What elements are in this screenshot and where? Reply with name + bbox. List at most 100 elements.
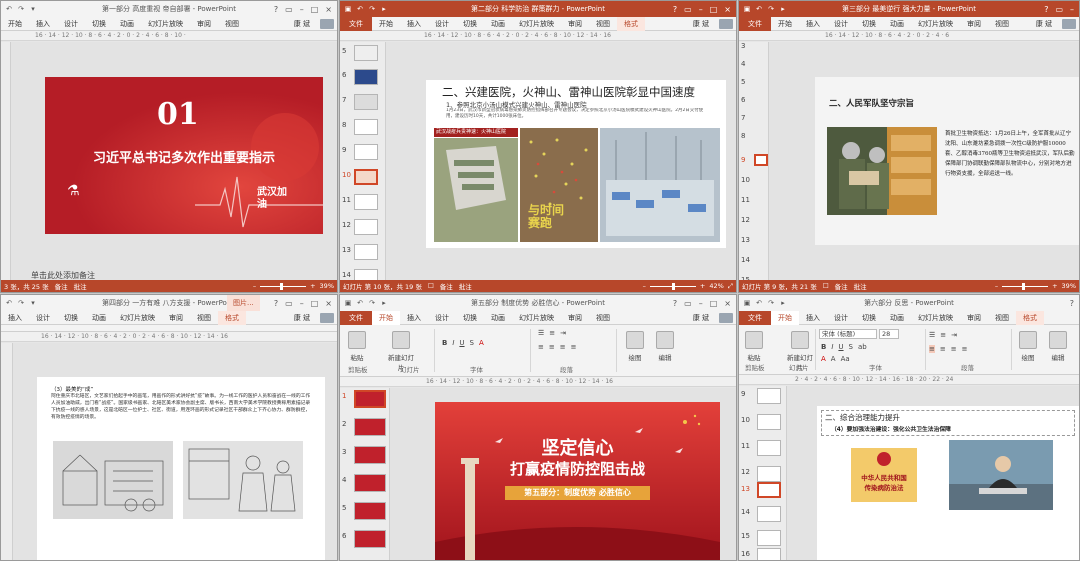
strikethrough-button[interactable]: S	[470, 339, 474, 347]
thumbnail-pane[interactable]: 1 2 3 4 5 6	[340, 388, 390, 560]
tab-review[interactable]: 审阅	[960, 313, 988, 323]
close-icon[interactable]: ×	[724, 299, 731, 308]
slide-thumbnail[interactable]	[354, 45, 378, 61]
slide-thumbnail[interactable]	[354, 446, 386, 464]
bullets-button[interactable]: ☰	[929, 331, 935, 339]
bullets-button[interactable]: ☰	[538, 329, 544, 337]
tab-insert[interactable]: 插入	[29, 19, 57, 29]
close-icon[interactable]: ×	[724, 5, 731, 14]
tab-insert[interactable]: 插入	[799, 19, 827, 29]
thumbnail-pane[interactable]: 3 4 5 6 7 8 9 10 11 12 13 14 15	[739, 42, 769, 284]
thumbnail-pane[interactable]: 5 6 7 8 9 10 11 12 13 14	[340, 42, 386, 285]
fit-slide-icon[interactable]: ⤢	[728, 282, 733, 291]
tab-design[interactable]: 设计	[29, 313, 57, 323]
avatar[interactable]	[320, 312, 334, 323]
zoom-in-button[interactable]: +	[310, 282, 315, 290]
zoom-out-button[interactable]: –	[253, 282, 256, 290]
maximize-icon[interactable]: □	[311, 5, 319, 14]
tab-file[interactable]: 文件	[739, 16, 771, 31]
font-size-select[interactable]: 28	[879, 329, 899, 339]
slide-thumbnail[interactable]	[354, 119, 378, 135]
present-icon[interactable]: ▸	[380, 299, 388, 307]
font-name-select[interactable]: 宋体 (标题)	[819, 329, 877, 339]
tab-design[interactable]: 设计	[57, 19, 85, 29]
tab-home[interactable]: 开始	[372, 310, 400, 325]
italic-button[interactable]: I	[831, 343, 833, 351]
tab-file[interactable]: 文件	[340, 16, 372, 31]
slide-thumbnail[interactable]	[354, 530, 386, 548]
strikethrough-button[interactable]: S	[849, 343, 853, 351]
tab-design[interactable]: 设计	[428, 313, 456, 323]
tab-home[interactable]: 开始	[372, 19, 400, 29]
tab-design[interactable]: 设计	[827, 313, 855, 323]
tab-format[interactable]: 格式	[1016, 310, 1044, 325]
zoom-in-button[interactable]: +	[1052, 282, 1057, 290]
save-icon[interactable]: ▣	[743, 299, 751, 307]
tab-view[interactable]: 视图	[218, 19, 246, 29]
ribbon-display-icon[interactable]: ▭	[285, 5, 293, 14]
zoom-slider[interactable]	[649, 282, 696, 290]
tab-view[interactable]: 视图	[988, 313, 1016, 323]
indent-button[interactable]: ⇥	[951, 331, 957, 339]
maximize-icon[interactable]: □	[311, 299, 319, 308]
tab-home[interactable]: 开始	[771, 310, 799, 325]
tab-view[interactable]: 视图	[589, 19, 617, 29]
underline-button[interactable]: U	[459, 339, 464, 347]
help-icon[interactable]: ?	[274, 299, 278, 308]
drawing-button[interactable]: 绘图	[1015, 331, 1041, 362]
bold-button[interactable]: B	[442, 339, 447, 347]
tab-slideshow[interactable]: 幻灯片放映	[512, 313, 561, 323]
ribbon-display-icon[interactable]: ▭	[1055, 5, 1063, 14]
zoom-slider[interactable]	[260, 282, 307, 290]
tab-file[interactable]: 文件	[340, 310, 372, 325]
tab-file[interactable]: 文件	[739, 310, 771, 325]
thumbnail-pane[interactable]	[1, 343, 13, 560]
tab-slideshow[interactable]: 幻灯片放映	[113, 313, 162, 323]
tab-slideshow[interactable]: 幻灯片放映	[141, 19, 190, 29]
slide-thumbnail[interactable]	[757, 548, 781, 560]
slide-canvas[interactable]: 01 习近平总书记多次作出重要指示 ⚗ 武汉加油	[45, 77, 323, 234]
slide-thumbnail[interactable]	[757, 414, 781, 430]
maximize-icon[interactable]: □	[710, 5, 718, 14]
slide-thumbnail[interactable]	[757, 388, 781, 404]
notes-button[interactable]: 备注	[55, 281, 68, 291]
font-color-button[interactable]: A	[479, 339, 484, 347]
tab-review[interactable]: 审阅	[190, 19, 218, 29]
tab-design[interactable]: 设计	[827, 19, 855, 29]
zoom-level[interactable]: 39%	[320, 282, 334, 290]
align-center-button[interactable]: ≡	[940, 345, 946, 353]
slide-canvas[interactable]: 二、综合治理能力提升 （4）要加强法治建设：强化公共卫生法治保障 中华人民共和国…	[817, 406, 1079, 560]
notes-button[interactable]: 备注	[440, 281, 453, 291]
undo-icon[interactable]: ↶	[356, 299, 364, 307]
ribbon-display-icon[interactable]: ▭	[285, 299, 293, 308]
zoom-slider[interactable]	[1002, 282, 1049, 290]
slide-thumbnail[interactable]	[354, 502, 386, 520]
paste-button[interactable]: 粘贴	[344, 331, 370, 362]
avatar[interactable]	[719, 312, 733, 323]
zoom-in-button[interactable]: +	[700, 282, 705, 290]
tab-slideshow[interactable]: 幻灯片放映	[911, 313, 960, 323]
numbering-button[interactable]: ≡	[940, 331, 946, 339]
slide-thumbnail[interactable]	[757, 440, 781, 456]
undo-icon[interactable]: ↶	[5, 299, 13, 307]
redo-icon[interactable]: ↷	[17, 299, 25, 307]
tab-review[interactable]: 审阅	[162, 313, 190, 323]
help-icon[interactable]: ?	[1044, 5, 1048, 14]
zoom-out-button[interactable]: –	[995, 282, 998, 290]
tab-animations[interactable]: 动画	[484, 19, 512, 29]
chevron-down-icon[interactable]: ▾	[29, 299, 37, 307]
tab-view[interactable]: 视图	[190, 313, 218, 323]
clear-format-button[interactable]: Aa	[841, 355, 850, 363]
slide-canvas[interactable]: 二、兴建医院，火神山、雷神山医院彰显中国速度 1、参照北京小汤山模式兴建火神山、…	[426, 80, 726, 248]
minimize-icon[interactable]: –	[1070, 5, 1074, 14]
ribbon-display-icon[interactable]: ▭	[684, 299, 692, 308]
undo-icon[interactable]: ↶	[356, 5, 364, 13]
tab-animations[interactable]: 动画	[484, 313, 512, 323]
paste-button[interactable]: 粘贴	[741, 331, 767, 362]
align-left-button[interactable]: ≡	[929, 345, 935, 353]
slide-canvas[interactable]: 二、人民军队坚守宗旨 首批卫生物资抵达：1月26日上午，全军首批从辽宁沈阳、山东…	[815, 77, 1079, 245]
slide-thumbnail[interactable]	[757, 506, 781, 522]
help-icon[interactable]: ?	[1070, 299, 1074, 308]
save-icon[interactable]: ▣	[743, 5, 751, 13]
help-icon[interactable]: ?	[673, 5, 677, 14]
